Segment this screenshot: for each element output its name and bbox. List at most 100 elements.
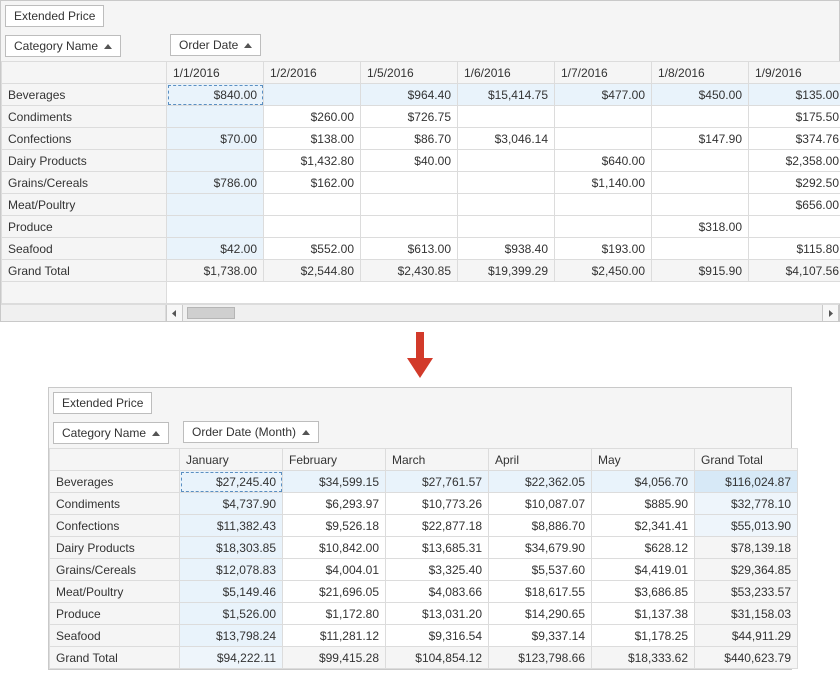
grand-total-cell[interactable]: $123,798.66: [489, 647, 592, 669]
data-cell[interactable]: $786.00: [167, 172, 264, 194]
data-cell[interactable]: $640.00: [555, 150, 652, 172]
data-cell[interactable]: $4,056.70: [592, 471, 695, 493]
data-cell[interactable]: $42.00: [167, 238, 264, 260]
col-header[interactable]: 1/1/2016: [167, 62, 264, 84]
data-cell[interactable]: [458, 194, 555, 216]
row-header[interactable]: Confections: [2, 128, 167, 150]
data-cell[interactable]: $13,685.31: [386, 537, 489, 559]
data-cell[interactable]: $53,233.57: [695, 581, 798, 603]
col-header[interactable]: 1/8/2016: [652, 62, 749, 84]
data-cell[interactable]: $9,337.14: [489, 625, 592, 647]
data-cell[interactable]: [264, 216, 361, 238]
data-cell[interactable]: $4,083.66: [386, 581, 489, 603]
data-cell[interactable]: $12,078.83: [180, 559, 283, 581]
col-header[interactable]: January: [180, 449, 283, 471]
data-cell[interactable]: [555, 216, 652, 238]
horizontal-scrollbar[interactable]: [1, 304, 839, 321]
data-cell[interactable]: $3,046.14: [458, 128, 555, 150]
row-field-button[interactable]: Category Name: [53, 422, 169, 444]
data-cell[interactable]: [749, 216, 840, 238]
data-cell[interactable]: $11,382.43: [180, 515, 283, 537]
data-cell[interactable]: [652, 194, 749, 216]
grand-total-cell[interactable]: $440,623.79: [695, 647, 798, 669]
data-cell[interactable]: $18,303.85: [180, 537, 283, 559]
col-header[interactable]: 1/7/2016: [555, 62, 652, 84]
data-cell[interactable]: $11,281.12: [283, 625, 386, 647]
data-cell[interactable]: $18,617.55: [489, 581, 592, 603]
data-cell[interactable]: $10,087.07: [489, 493, 592, 515]
col-header[interactable]: 1/5/2016: [361, 62, 458, 84]
data-cell[interactable]: $2,358.00: [749, 150, 840, 172]
grand-total-cell[interactable]: $2,544.80: [264, 260, 361, 282]
col-header[interactable]: 1/2/2016: [264, 62, 361, 84]
measure-field-button[interactable]: Extended Price: [5, 5, 104, 27]
data-cell[interactable]: $34,599.15: [283, 471, 386, 493]
row-field-button[interactable]: Category Name: [5, 35, 121, 57]
data-cell[interactable]: $6,293.97: [283, 493, 386, 515]
data-cell[interactable]: $147.90: [652, 128, 749, 150]
data-cell[interactable]: $656.00: [749, 194, 840, 216]
data-cell[interactable]: $31,158.03: [695, 603, 798, 625]
data-cell[interactable]: $1,140.00: [555, 172, 652, 194]
data-cell[interactable]: $138.00: [264, 128, 361, 150]
data-cell[interactable]: $13,031.20: [386, 603, 489, 625]
grand-total-cell[interactable]: $99,415.28: [283, 647, 386, 669]
data-cell[interactable]: $1,432.80: [264, 150, 361, 172]
data-cell[interactable]: $374.76: [749, 128, 840, 150]
data-cell[interactable]: [264, 194, 361, 216]
data-cell[interactable]: $193.00: [555, 238, 652, 260]
data-cell[interactable]: $22,362.05: [489, 471, 592, 493]
data-cell[interactable]: [167, 194, 264, 216]
data-cell[interactable]: $86.70: [361, 128, 458, 150]
data-cell[interactable]: [361, 194, 458, 216]
data-cell[interactable]: [652, 238, 749, 260]
data-cell[interactable]: [458, 150, 555, 172]
data-cell[interactable]: $29,364.85: [695, 559, 798, 581]
row-header[interactable]: Dairy Products: [50, 537, 180, 559]
data-cell[interactable]: $10,842.00: [283, 537, 386, 559]
row-header[interactable]: Beverages: [2, 84, 167, 106]
data-cell[interactable]: $477.00: [555, 84, 652, 106]
data-cell[interactable]: $135.00: [749, 84, 840, 106]
data-cell[interactable]: $116,024.87: [695, 471, 798, 493]
data-cell[interactable]: $1,178.25: [592, 625, 695, 647]
data-cell[interactable]: $44,911.29: [695, 625, 798, 647]
data-cell[interactable]: $964.40: [361, 84, 458, 106]
data-cell[interactable]: [264, 84, 361, 106]
col-header[interactable]: April: [489, 449, 592, 471]
scroll-track[interactable]: [183, 305, 822, 321]
measure-field-button[interactable]: Extended Price: [53, 392, 152, 414]
data-cell[interactable]: $1,526.00: [180, 603, 283, 625]
grand-total-cell[interactable]: $19,399.29: [458, 260, 555, 282]
data-cell[interactable]: $40.00: [361, 150, 458, 172]
col-header[interactable]: Grand Total: [695, 449, 798, 471]
data-cell[interactable]: $32,778.10: [695, 493, 798, 515]
data-cell[interactable]: [652, 150, 749, 172]
data-cell[interactable]: $840.00: [167, 84, 264, 106]
data-cell[interactable]: $292.50: [749, 172, 840, 194]
data-cell[interactable]: [555, 194, 652, 216]
data-cell[interactable]: $260.00: [264, 106, 361, 128]
row-header[interactable]: Seafood: [50, 625, 180, 647]
row-header[interactable]: Produce: [2, 216, 167, 238]
data-cell[interactable]: $4,737.90: [180, 493, 283, 515]
data-cell[interactable]: $9,526.18: [283, 515, 386, 537]
data-cell[interactable]: $22,877.18: [386, 515, 489, 537]
data-cell[interactable]: $15,414.75: [458, 84, 555, 106]
scroll-thumb[interactable]: [187, 307, 235, 319]
data-cell[interactable]: $27,761.57: [386, 471, 489, 493]
data-cell[interactable]: $70.00: [167, 128, 264, 150]
data-cell[interactable]: [555, 106, 652, 128]
data-cell[interactable]: $552.00: [264, 238, 361, 260]
grand-total-cell[interactable]: $2,430.85: [361, 260, 458, 282]
data-cell[interactable]: $1,172.80: [283, 603, 386, 625]
scroll-left-button[interactable]: [166, 305, 183, 321]
data-cell[interactable]: [361, 216, 458, 238]
grand-total-cell[interactable]: $104,854.12: [386, 647, 489, 669]
data-cell[interactable]: $5,149.46: [180, 581, 283, 603]
data-cell[interactable]: $1,137.38: [592, 603, 695, 625]
data-cell[interactable]: $34,679.90: [489, 537, 592, 559]
scroll-right-button[interactable]: [822, 305, 839, 321]
data-cell[interactable]: [652, 106, 749, 128]
col-header[interactable]: 1/6/2016: [458, 62, 555, 84]
